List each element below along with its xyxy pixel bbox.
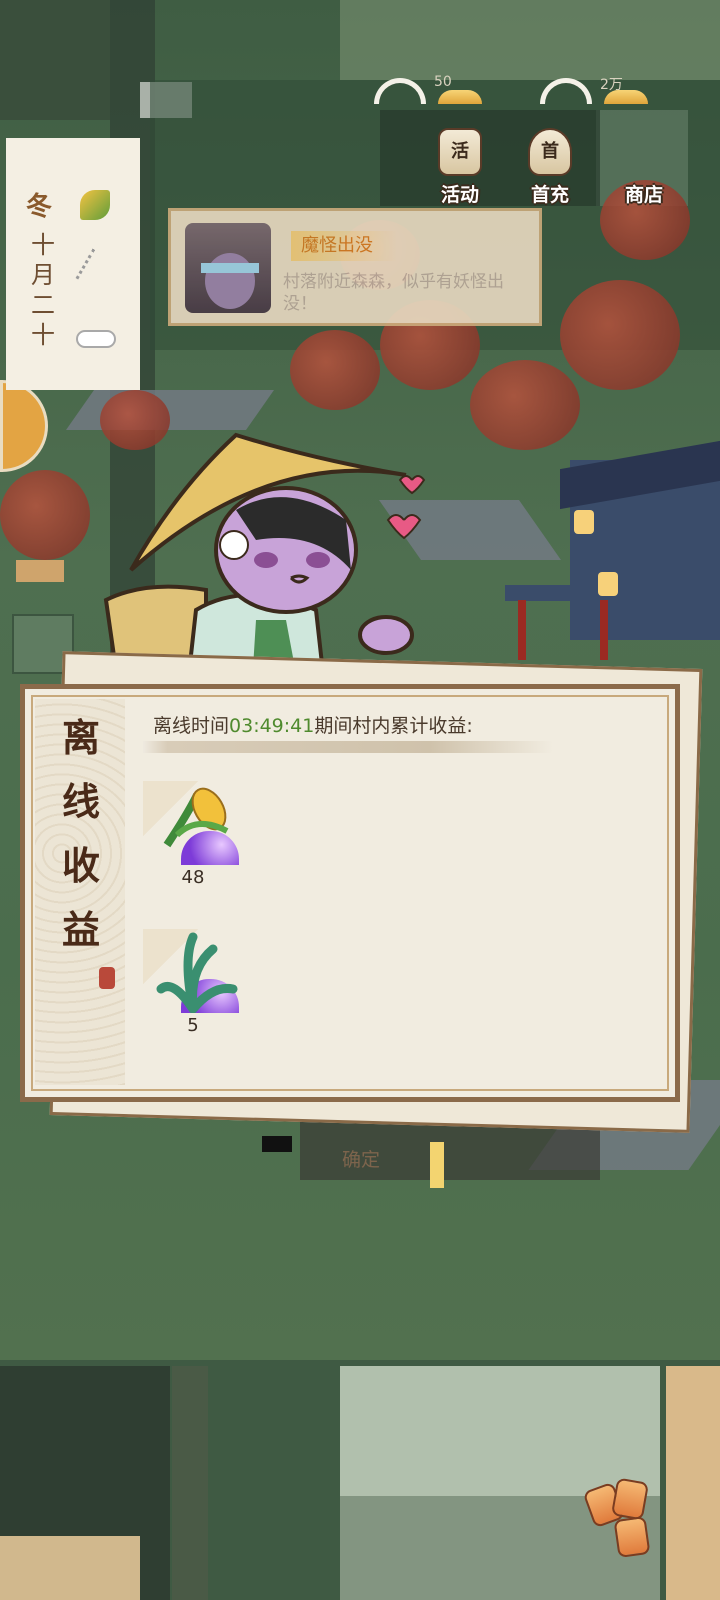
bg-block (172, 1366, 208, 1600)
lamp (430, 1142, 444, 1188)
red-seal-icon (99, 967, 115, 989)
side-coin-icon[interactable] (0, 380, 48, 472)
maple-tree (0, 470, 90, 560)
cloud-icon (76, 330, 116, 348)
bg-block (0, 1536, 140, 1600)
avatar-face (205, 253, 255, 309)
signboard (16, 560, 64, 582)
activity-button[interactable]: 活 活动 (420, 128, 500, 210)
money-bag-icon: 首 (528, 128, 572, 176)
wheat-icon (75, 248, 120, 294)
heart-icon (386, 514, 422, 540)
date-char: 十 (31, 231, 55, 259)
offline-prefix: 离线时间 (153, 715, 230, 737)
arc-icon (540, 78, 592, 104)
lantern-light (598, 572, 618, 596)
bg-block (666, 1366, 720, 1600)
notice-body: 村落附近森森，似乎有妖怪出没！ (283, 272, 504, 314)
maple-tree (560, 280, 680, 390)
bg-block (262, 1136, 292, 1152)
bg-block (0, 0, 110, 120)
headband (201, 263, 259, 273)
season-label: 冬 (26, 192, 53, 222)
first-recharge-button[interactable]: 首 首充 (510, 128, 590, 210)
shop-label: 商店 (624, 184, 663, 206)
activity-label: 活动 (440, 184, 479, 206)
confirm-button[interactable]: 确定 (306, 1140, 416, 1180)
date-char: 二 (31, 291, 55, 319)
heart-icon (398, 475, 426, 495)
title-char: 收 (49, 839, 113, 893)
gate-pillar (600, 600, 608, 660)
resource-counter-2[interactable]: 2万 (540, 76, 690, 106)
reward-count: 5 (187, 1015, 199, 1036)
date-char: 十 (31, 321, 55, 349)
date-char: 月 (31, 261, 55, 289)
scroll-icon: 活 (438, 128, 482, 176)
bg-block (340, 1366, 660, 1496)
offline-suffix: 期间村内累计收益: (314, 715, 473, 737)
offline-time: 03:49:41 (229, 715, 315, 737)
reward-count: 48 (181, 867, 205, 888)
waving-hand (358, 615, 414, 655)
resource-value: 50 (434, 74, 452, 90)
calendar-panel[interactable]: 冬 十 月 二 十 (6, 138, 140, 390)
gate-pillar (518, 600, 526, 660)
event-notice[interactable]: 魔怪出没 村落附近森森，似乎有妖怪出没！ (168, 208, 542, 326)
sky-lantern-icon (610, 1477, 650, 1521)
notice-title: 魔怪出没 (291, 231, 397, 261)
maple-tree (290, 330, 380, 410)
reward-item[interactable]: 48 (143, 781, 243, 891)
eye (254, 552, 278, 568)
eye (306, 552, 330, 568)
sun-resource-icon (438, 90, 482, 104)
seaweed-plant-icon (156, 932, 238, 1013)
reward-item[interactable]: 5 (143, 929, 243, 1039)
sky-lantern-icon (613, 1515, 651, 1559)
first-recharge-label: 首充 (530, 184, 569, 206)
npc-avatar (185, 223, 271, 313)
title-char: 线 (49, 775, 113, 829)
resource-counter-1[interactable]: 50 (374, 74, 524, 106)
sun-resource-icon (604, 90, 648, 104)
divider-bar (143, 741, 553, 753)
offline-summary: 离线时间03:49:41期间村内累计收益: (153, 711, 473, 738)
title-char: 益 (49, 903, 113, 957)
date-column: 十 月 二 十 (28, 230, 58, 350)
corn-icon (80, 190, 110, 220)
flower-icon (219, 530, 249, 560)
lantern-light (574, 510, 594, 534)
shop-button[interactable]: 商店 (604, 128, 684, 210)
bg-block (340, 0, 720, 80)
lantern-button[interactable] (582, 1477, 668, 1560)
corn-plant-icon (163, 787, 229, 848)
maple-tree (470, 360, 580, 450)
title-char: 离 (49, 711, 113, 765)
offline-income-panel: 离 线 收 益 离线时间03:49:41期间村内累计收益: 48 5 (20, 684, 680, 1102)
arc-icon (374, 78, 426, 104)
panel-title-strip: 离 线 收 益 (35, 699, 125, 1085)
